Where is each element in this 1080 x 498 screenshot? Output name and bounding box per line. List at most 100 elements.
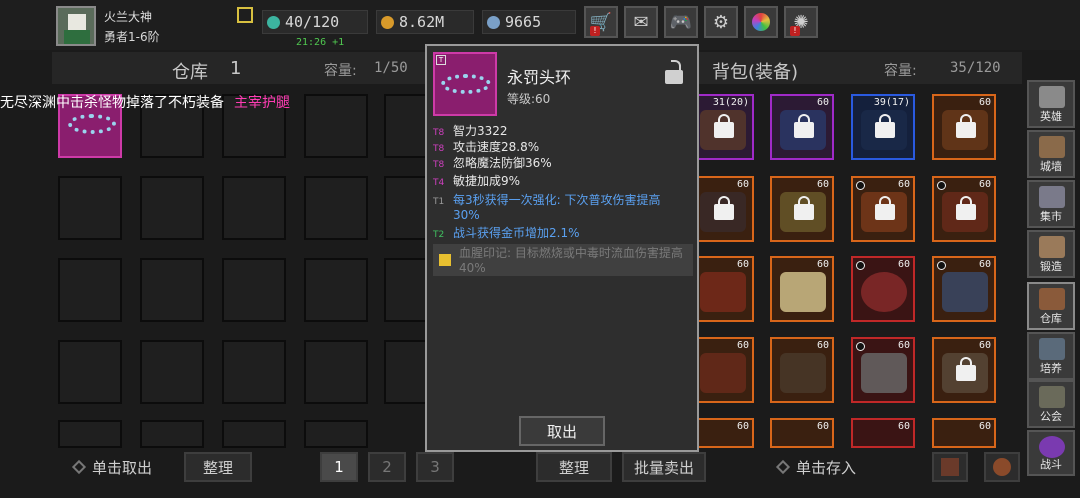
avatar-body [64, 30, 90, 44]
sidebar-label: 集市 [1040, 210, 1062, 223]
item-level: 60 [736, 259, 749, 270]
notice-badge: ! [790, 26, 800, 36]
backpack-item[interactable]: 60 [770, 176, 834, 242]
thorn-crown-icon [441, 74, 491, 94]
backpack-item[interactable]: 60 [690, 256, 754, 322]
item-level: 31(20) [712, 97, 749, 108]
page-1-button[interactable]: 1 [320, 452, 358, 482]
armor-filter-button[interactable] [932, 452, 968, 482]
energy-counter: 40/120 [262, 10, 368, 34]
unlock-icon[interactable] [665, 60, 683, 84]
broadcast-item-name[interactable]: 主宰护腿 [234, 95, 290, 111]
page-3-button[interactable]: 3 [416, 452, 454, 482]
backpack-item[interactable]: 60 [690, 176, 754, 242]
equipment-icon [780, 272, 826, 312]
backpack-item[interactable]: 60 [690, 337, 754, 403]
item-level: 60 [816, 421, 829, 432]
backpack-item[interactable]: 39(17) [851, 94, 915, 160]
shop-cart-button[interactable]: 🛒 ! [584, 6, 618, 38]
sidebar-forge-button[interactable]: 锻造 [1027, 230, 1075, 278]
backpack-item[interactable]: 60 [851, 256, 915, 322]
edit-icon[interactable] [237, 7, 253, 23]
storage-slot[interactable] [304, 176, 368, 240]
item-level: 60 [978, 179, 991, 190]
backpack-item[interactable]: 60 [932, 176, 996, 242]
item-level: 60 [897, 421, 910, 432]
sidebar-label: 锻造 [1040, 260, 1062, 273]
sidebar-train-button[interactable]: 培养 [1027, 332, 1075, 380]
sidebar-hero-button[interactable]: 英雄 [1027, 80, 1075, 128]
lock-icon [714, 196, 734, 220]
storage-slot[interactable] [58, 176, 122, 240]
equipment-icon [942, 272, 988, 312]
stat-tier: T4 [433, 178, 445, 188]
color-wheel-button[interactable] [744, 6, 778, 38]
stat-tier: T8 [433, 160, 445, 170]
backpack-item[interactable]: 60 [932, 94, 996, 160]
storage-slot[interactable] [58, 420, 122, 448]
page-2-button[interactable]: 2 [368, 452, 406, 482]
sidebar-guild-button[interactable]: 公会 [1027, 380, 1075, 428]
storage-slot[interactable] [140, 420, 204, 448]
stat-line: T8 忽略魔法防御36% [433, 156, 691, 173]
bulk-sell-label: 批量卖出 [633, 458, 694, 477]
backpack-item[interactable]: 60 [932, 337, 996, 403]
item-level: 60 [978, 340, 991, 351]
backpack-item[interactable]: 60 [770, 337, 834, 403]
page-label: 3 [430, 458, 440, 476]
storage-slot[interactable] [222, 340, 286, 404]
backpack-item[interactable]: 60 [851, 337, 915, 403]
equipment-icon [780, 353, 826, 393]
potion-filter-button[interactable] [984, 452, 1020, 482]
storage-slot[interactable] [58, 258, 122, 322]
storage-slot[interactable] [140, 340, 204, 404]
tooltip-item-frame: T [433, 52, 497, 116]
storage-slot[interactable] [304, 420, 368, 448]
storage-slot[interactable] [304, 94, 368, 158]
backpack-capacity-label: 容量: [884, 63, 917, 79]
storage-slot[interactable] [140, 258, 204, 322]
sort-backpack-button[interactable]: 整理 [536, 452, 612, 482]
backpack-item[interactable]: 60 [932, 256, 996, 322]
sort-storage-button[interactable]: 整理 [184, 452, 252, 482]
player-avatar[interactable] [56, 6, 96, 46]
item-level: 60 [736, 179, 749, 190]
gamepad-button[interactable]: 🎮 [664, 6, 698, 38]
backpack-item[interactable]: 60 [770, 418, 834, 448]
item-level: 60 [897, 340, 910, 351]
backpack-item[interactable]: 60 [932, 418, 996, 448]
sidebar-market-button[interactable]: 集市 [1027, 180, 1075, 228]
store-toggle[interactable]: 单击存入 [762, 452, 872, 482]
stat-tier: T1 [433, 197, 445, 207]
backpack-item[interactable]: 31(20) [690, 94, 754, 160]
storage-slot[interactable] [222, 258, 286, 322]
armor-icon [941, 458, 959, 476]
storage-slot[interactable] [222, 176, 286, 240]
take-out-button[interactable]: 取出 [519, 416, 605, 446]
fireworks-button[interactable]: ✺ ! [784, 6, 818, 38]
stat-line: T8 攻击速度28.8% [433, 140, 691, 157]
backpack-item[interactable]: 60 [770, 94, 834, 160]
sidebar-warehouse-button[interactable]: 仓库 [1027, 282, 1075, 330]
backpack-item[interactable]: 60 [851, 418, 915, 448]
chest-icon [1039, 288, 1065, 310]
backpack-item[interactable]: 60 [690, 418, 754, 448]
castle-wall-icon [1039, 136, 1065, 158]
anvil-hammer-icon [1039, 236, 1065, 258]
unselected-radio-icon [856, 342, 865, 351]
helmet-icon [1039, 86, 1065, 108]
backpack-item[interactable]: 60 [851, 176, 915, 242]
lock-icon [875, 196, 895, 220]
backpack-item[interactable]: 60 [770, 256, 834, 322]
settings-button[interactable]: ⚙ [704, 6, 738, 38]
take-out-toggle[interactable]: 单击取出 [58, 452, 168, 482]
mail-button[interactable]: ✉ [624, 6, 658, 38]
storage-slot[interactable] [222, 420, 286, 448]
sidebar-battle-button[interactable]: 战斗 [1027, 430, 1075, 476]
sidebar-wall-button[interactable]: 城墙 [1027, 130, 1075, 178]
storage-slot[interactable] [304, 340, 368, 404]
storage-slot[interactable] [58, 340, 122, 404]
bulk-sell-button[interactable]: 批量卖出 [622, 452, 706, 482]
storage-slot[interactable] [304, 258, 368, 322]
storage-slot[interactable] [140, 176, 204, 240]
